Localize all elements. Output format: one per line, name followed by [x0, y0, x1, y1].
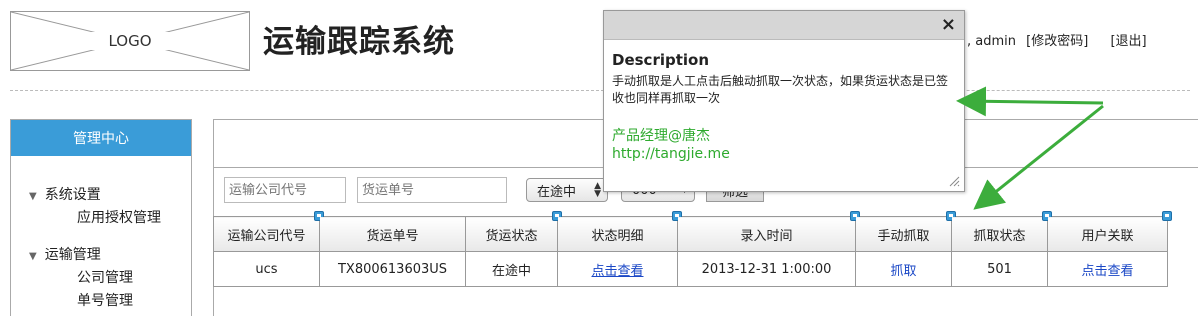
sidebar-group-system-settings[interactable]: ▼ 系统设置	[29, 184, 101, 204]
popup-heading: Description	[612, 51, 710, 69]
cell-status-detail: 点击查看	[557, 251, 678, 287]
user-bar: , admin [修改密码] [退出]	[967, 30, 1153, 49]
column-header-manual-fetch: 手动抓取	[855, 211, 956, 252]
sidebar-group-label: 系统设置	[44, 187, 101, 203]
sidebar-item-company-management[interactable]: 公司管理	[77, 267, 133, 287]
popup-title-bar[interactable]: ×	[604, 11, 964, 40]
logo-text: LOGO	[90, 32, 170, 50]
logo: LOGO	[10, 11, 250, 71]
fetch-link[interactable]: 抓取	[890, 264, 916, 279]
header-divider	[10, 90, 1190, 91]
popup-url: http://tangjie.me	[612, 146, 730, 162]
view-user-association-link[interactable]: 点击查看	[1081, 264, 1133, 279]
page-title: 运输跟踪系统	[263, 24, 455, 60]
popup-description: 手动抓取是人工点击后触动抓取一次状态，如果货运状态是已签收也同样再抓取一次	[612, 74, 949, 105]
close-icon[interactable]: ×	[941, 14, 956, 35]
sidebar-item-tracking-number-management[interactable]: 单号管理	[77, 290, 133, 310]
cell-shipment-status: 在途中	[465, 251, 558, 287]
sidebar: 管理中心 ▼ 系统设置 应用授权管理 ▼ 运输管理 公司管理 单号管理	[10, 119, 192, 316]
cell-entry-time: 2013-12-31 1:00:00	[677, 251, 856, 287]
tracking-table: 运输公司代号 货运单号 货运状态 状态明细 录入时间 手动抓取 抓取状态 用户关…	[213, 211, 1172, 287]
cell-company-code: ucs	[213, 251, 320, 287]
username: , admin	[967, 34, 1016, 49]
column-header-user-association: 用户关联	[1047, 211, 1172, 252]
tracking-number-input[interactable]	[357, 177, 507, 203]
cell-user-association: 点击查看	[1047, 251, 1168, 287]
cell-fetch-status: 501	[951, 251, 1048, 287]
column-header-fetch-status: 抓取状态	[951, 211, 1052, 252]
column-header-status-detail: 状态明细	[557, 211, 682, 252]
column-header-shipment-status: 货运状态	[465, 211, 562, 252]
collapse-triangle-icon[interactable]: ▼	[29, 191, 37, 202]
column-header-company-code: 运输公司代号	[213, 211, 324, 252]
table-header-row: 运输公司代号 货运单号 货运状态 状态明细 录入时间 手动抓取 抓取状态 用户关…	[213, 211, 1172, 252]
column-header-entry-time: 录入时间	[677, 211, 860, 252]
annotation-arrow-to-popup	[956, 86, 1104, 117]
company-code-input[interactable]	[224, 177, 346, 203]
cell-tracking-number: TX800613603US	[319, 251, 466, 287]
sidebar-title[interactable]: 管理中心	[11, 120, 191, 156]
status-select[interactable]: 在途中 ▲ ▼	[526, 178, 608, 202]
table-row: ucs TX800613603US 在途中 点击查看 2013-12-31 1:…	[213, 251, 1168, 287]
logout-link[interactable]: [退出]	[1110, 34, 1146, 49]
status-select-value: 在途中	[537, 184, 577, 200]
collapse-triangle-icon[interactable]: ▼	[29, 251, 37, 262]
sidebar-group-transport-management[interactable]: ▼ 运输管理	[29, 244, 101, 264]
updown-arrows-icon: ▲ ▼	[594, 181, 601, 199]
column-header-tracking-number: 货运单号	[319, 216, 466, 252]
popup-author: 产品经理@唐杰	[612, 128, 710, 144]
sidebar-group-label: 运输管理	[44, 247, 101, 263]
change-password-link[interactable]: [修改密码]	[1026, 34, 1088, 49]
resize-grip-icon[interactable]	[948, 175, 960, 187]
annotation-popup: × Description 手动抓取是人工点击后触动抓取一次状态，如果货运状态是…	[603, 10, 965, 192]
sidebar-item-app-authorization[interactable]: 应用授权管理	[77, 207, 161, 227]
view-status-detail-link[interactable]: 点击查看	[591, 264, 643, 279]
cell-manual-fetch: 抓取	[855, 251, 952, 287]
annotation-marker-icon[interactable]	[1162, 211, 1172, 221]
